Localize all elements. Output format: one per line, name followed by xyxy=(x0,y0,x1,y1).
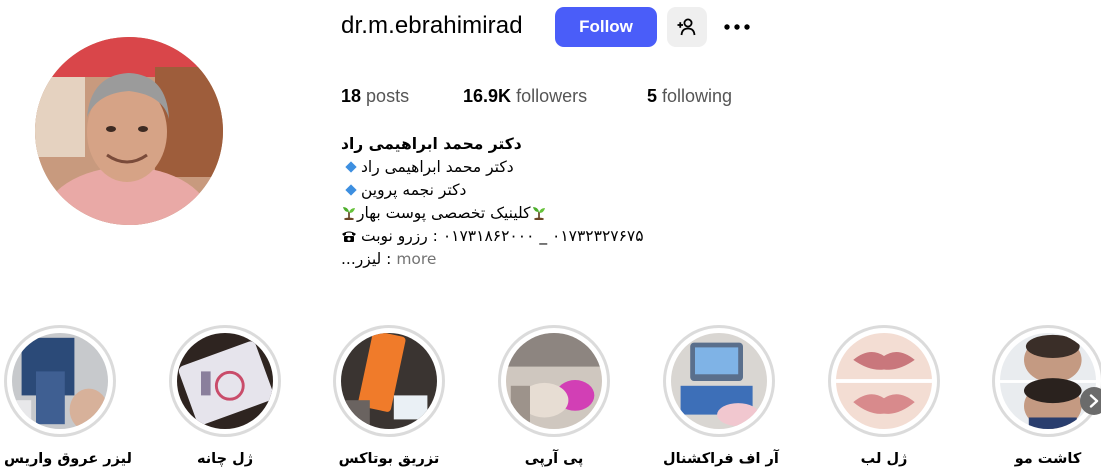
highlight-cover-image xyxy=(671,333,767,429)
highlight-item[interactable]: ژل چانه xyxy=(169,325,281,467)
seedling-icon xyxy=(343,207,355,220)
highlight-item[interactable]: ژل لب xyxy=(828,325,940,467)
highlight-label: ژل چانه xyxy=(196,451,254,467)
highlight-cover xyxy=(506,333,602,429)
highlight-item[interactable]: پی آرپی xyxy=(498,325,610,467)
following-label: following xyxy=(662,86,733,106)
posts-label: posts xyxy=(366,86,410,106)
following-stat[interactable]: 5 following xyxy=(647,86,732,107)
highlight-cover xyxy=(671,333,767,429)
following-count: 5 xyxy=(647,86,658,106)
options-button[interactable] xyxy=(720,12,754,42)
highlight-ring xyxy=(333,325,445,437)
highlight-cover xyxy=(12,333,108,429)
highlight-cover-image xyxy=(506,333,602,429)
bio-line-1: دکتر محمد ابراهیمی راد xyxy=(341,156,661,179)
highlight-cover-image xyxy=(341,333,437,429)
highlight-label: آر اف فراکشنال xyxy=(663,451,779,467)
followers-count: 16.9K xyxy=(463,86,512,106)
highlight-label: ژل لب xyxy=(860,451,908,467)
bio-name-text: دکتر محمد ابراهیمی راد xyxy=(341,135,522,153)
highlight-cover-image xyxy=(1000,333,1096,429)
highlight-cover xyxy=(177,333,273,429)
profile-avatar[interactable] xyxy=(35,37,223,225)
bio-line-1-text: دکتر محمد ابراهیمی راد xyxy=(361,158,514,176)
bio-line-2: دکتر نجمه پروین xyxy=(341,179,661,202)
bio-line-3: کلینیک تخصصی پوست بهار xyxy=(341,202,661,225)
highlight-cover-image xyxy=(177,333,273,429)
highlight-label: پی آرپی xyxy=(524,451,584,467)
followers-stat[interactable]: 16.9K followers xyxy=(463,86,587,107)
bio-line-4: ۰۱۷۳۲۳۲۷۶۷۵ _ ۰۱۷۳۱۸۶۲۰۰۰ : رزرو نوبت xyxy=(341,225,661,248)
highlight-ring xyxy=(498,325,610,437)
profile-bio: دکتر محمد ابراهیمی راد دکتر محمد ابراهیم… xyxy=(341,133,661,271)
highlight-ring xyxy=(663,325,775,437)
highlight-cover xyxy=(341,333,437,429)
profile-username: dr.m.ebrahimirad xyxy=(341,12,523,39)
highlight-ring xyxy=(992,325,1101,437)
highlight-item[interactable]: آر اف فراکشنال xyxy=(663,325,779,467)
highlight-item[interactable]: لیزر عروق واریس xyxy=(4,325,133,467)
bio-line-2-text: دکتر نجمه پروین xyxy=(361,181,467,199)
highlight-cover xyxy=(836,333,932,429)
blue-diamond-icon xyxy=(345,184,357,196)
bio-line-5: : لیزر... more xyxy=(341,248,661,271)
highlight-label: کاشت مو xyxy=(1014,451,1082,467)
highlight-cover xyxy=(1000,333,1096,429)
seedling-icon xyxy=(532,207,545,220)
highlight-cover-image xyxy=(836,333,932,429)
suggested-accounts-button[interactable] xyxy=(667,7,707,47)
highlights-next-button[interactable] xyxy=(1080,387,1101,415)
blue-diamond-icon xyxy=(345,161,357,173)
posts-count: 18 xyxy=(341,86,362,106)
highlight-ring xyxy=(828,325,940,437)
avatar-photo xyxy=(35,37,223,225)
bio-line-5-text: : لیزر... xyxy=(341,250,392,268)
highlight-item[interactable]: تزریق بوتاکس xyxy=(333,325,445,467)
followers-label: followers xyxy=(516,86,588,106)
bio-line-4-text: ۰۱۷۳۲۳۲۷۶۷۵ _ ۰۱۷۳۱۸۶۲۰۰۰ : رزرو نوبت xyxy=(361,227,644,245)
highlight-label: تزریق بوتاکس xyxy=(338,451,440,467)
highlight-cover-image xyxy=(12,333,108,429)
bio-more-link[interactable]: more xyxy=(396,250,436,268)
highlight-ring xyxy=(4,325,116,437)
bio-line-3-text: کلینیک تخصصی پوست بهار xyxy=(357,204,531,222)
highlight-label: لیزر عروق واریس xyxy=(4,451,133,467)
highlight-ring xyxy=(169,325,281,437)
chevron-right-icon xyxy=(1089,394,1099,408)
posts-stat: 18 posts xyxy=(341,86,409,107)
follow-button[interactable]: Follow xyxy=(555,7,657,47)
telephone-icon xyxy=(342,231,356,242)
add-person-icon xyxy=(677,18,696,36)
more-horizontal-icon xyxy=(724,24,750,30)
bio-full-name: دکتر محمد ابراهیمی راد xyxy=(341,133,661,156)
